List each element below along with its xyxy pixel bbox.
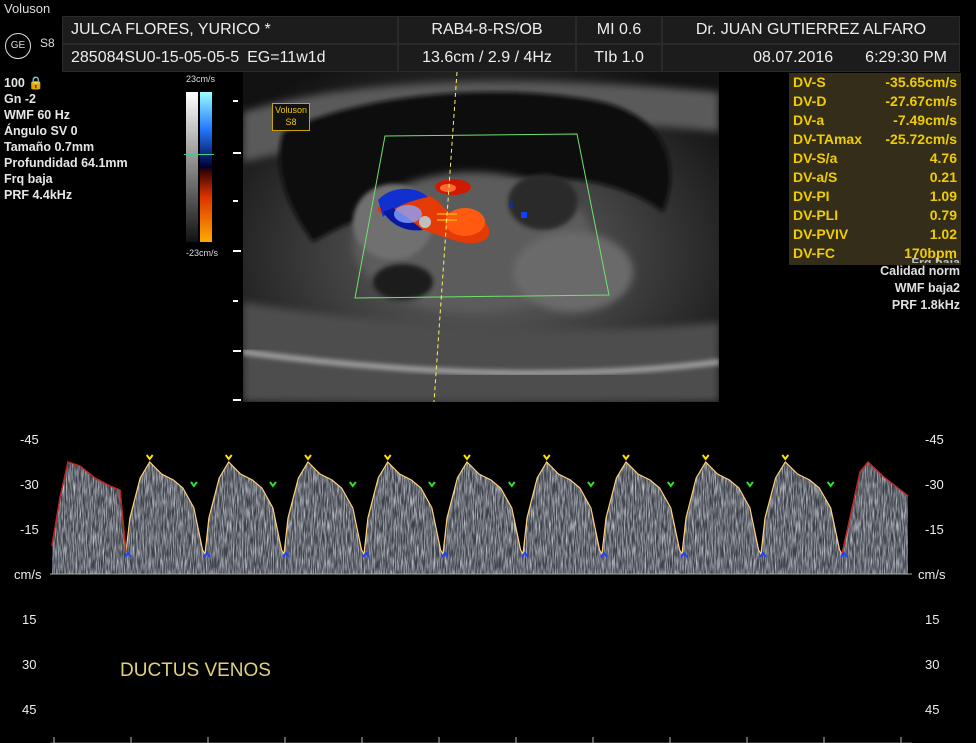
param-frequency: Frq baja: [4, 172, 53, 186]
brand-label: Voluson: [4, 1, 51, 16]
scale-right-15: 15: [925, 612, 940, 627]
scale-right-neg30: -30: [925, 477, 944, 492]
scale-left-neg45: -45: [20, 432, 39, 447]
colorbar-baseline: [184, 154, 214, 155]
vessel-annotation: DUCTUS VENOS: [120, 660, 271, 681]
bmode-image[interactable]: [243, 72, 719, 402]
probe-label: RAB4-8-RS/OB: [398, 16, 576, 44]
scale-left-neg15: -15: [20, 522, 39, 537]
scale-right-30: 30: [925, 657, 940, 672]
imaging-parameters-list: 100 🔒 Gn -2 WMF 60 Hz Ángulo SV 0 Tamaño…: [4, 75, 128, 203]
datetime-row: 08.07.2016 6:29:30 PM: [662, 44, 960, 72]
param-sv-size: Tamaño 0.7mm: [4, 140, 95, 154]
gestational-age: EG=11w1d: [247, 49, 326, 66]
param-gain: Gn -2: [4, 92, 36, 106]
measurement-row: DV-TAmax -25.72cm/s: [793, 131, 957, 147]
patient-name: JULCA FLORES, YURICO *: [62, 16, 398, 44]
scale-right-45: 45: [925, 702, 940, 717]
scale-left-15: 15: [22, 612, 37, 627]
depth-tick: [233, 350, 241, 352]
depth-tick: [233, 300, 238, 302]
measurement-row: DV-S/a 4.76: [793, 150, 957, 166]
ge-logo-icon: GE: [5, 33, 31, 59]
scale-left-30: 30: [22, 657, 37, 672]
depth-tick: [233, 250, 241, 252]
param-depth: Profundidad 64.1mm: [4, 156, 128, 170]
colorbar-min-label: -23cm/s: [186, 248, 219, 258]
measurement-row: DV-S -35.65cm/s: [793, 74, 957, 90]
param-sv-angle: Ángulo SV 0: [4, 124, 78, 138]
scale-right-neg15: -15: [925, 522, 944, 537]
scale-left-neg30: -30: [20, 477, 39, 492]
spectral-doppler-trace[interactable]: [0, 408, 976, 743]
depth-tick: [233, 152, 241, 154]
imaging-params: 13.6cm / 2.9 / 4Hz: [398, 44, 576, 72]
scale-right-neg45: -45: [925, 432, 944, 447]
doppler-wall-filter: WMF baja2: [894, 281, 960, 295]
exam-time: 6:29:30 PM: [865, 49, 947, 66]
doctor-name: Dr. JUAN GUTIERREZ ALFARO: [662, 16, 960, 44]
voluson-watermark: Voluson S8: [272, 103, 310, 131]
scale-right-unit: cm/s: [918, 567, 946, 582]
measurement-row: DV-PI 1.09: [793, 188, 957, 204]
patient-id-row: 285084SU0-15-05-05-5 EG=11w1d: [62, 44, 398, 72]
measurement-row: DV-D -27.67cm/s: [793, 93, 957, 109]
measurement-row: DV-a -7.49cm/s: [793, 112, 957, 128]
ultrasound-scan-graphic: [243, 72, 719, 402]
scale-left-45: 45: [22, 702, 37, 717]
mi-value: MI 0.6: [576, 16, 662, 44]
grayscale-bar: [186, 92, 198, 242]
model-label: S8: [40, 36, 55, 50]
depth-tick: [233, 399, 241, 401]
patient-id: 285084SU0-15-05-05-5: [71, 49, 240, 66]
colorbar-max-label: 23cm/s: [186, 74, 216, 84]
color-velocity-bar: [200, 92, 212, 242]
measurement-row: DV-PVIV 1.02: [793, 226, 957, 242]
doppler-parameters-list: Frq baja Calidad norm WMF baja2 PRF 1.8k…: [840, 255, 960, 314]
doppler-frequency: Frq baja: [911, 256, 960, 263]
measurement-row: DV-a/S 0.21: [793, 169, 957, 185]
tib-value: TIb 1.0: [576, 44, 662, 72]
doppler-prf: PRF 1.8kHz: [891, 298, 960, 312]
param-power: 100 🔒: [4, 76, 44, 90]
exam-date: 08.07.2016: [753, 49, 834, 66]
measurement-results-panel: DV-S -35.65cm/s DV-D -27.67cm/s DV-a -7.49c…: [789, 73, 961, 265]
scale-left-unit: cm/s: [14, 567, 42, 582]
measurement-row: DV-PLI 0.79: [793, 207, 957, 223]
depth-tick: [233, 200, 238, 202]
param-prf: PRF 4.4kHz: [4, 188, 73, 202]
logo-area: Voluson GE S8: [0, 0, 60, 70]
depth-tick: [233, 100, 238, 102]
doppler-quality: Calidad norm: [880, 264, 960, 278]
param-wmf: WMF 60 Hz: [4, 108, 70, 122]
